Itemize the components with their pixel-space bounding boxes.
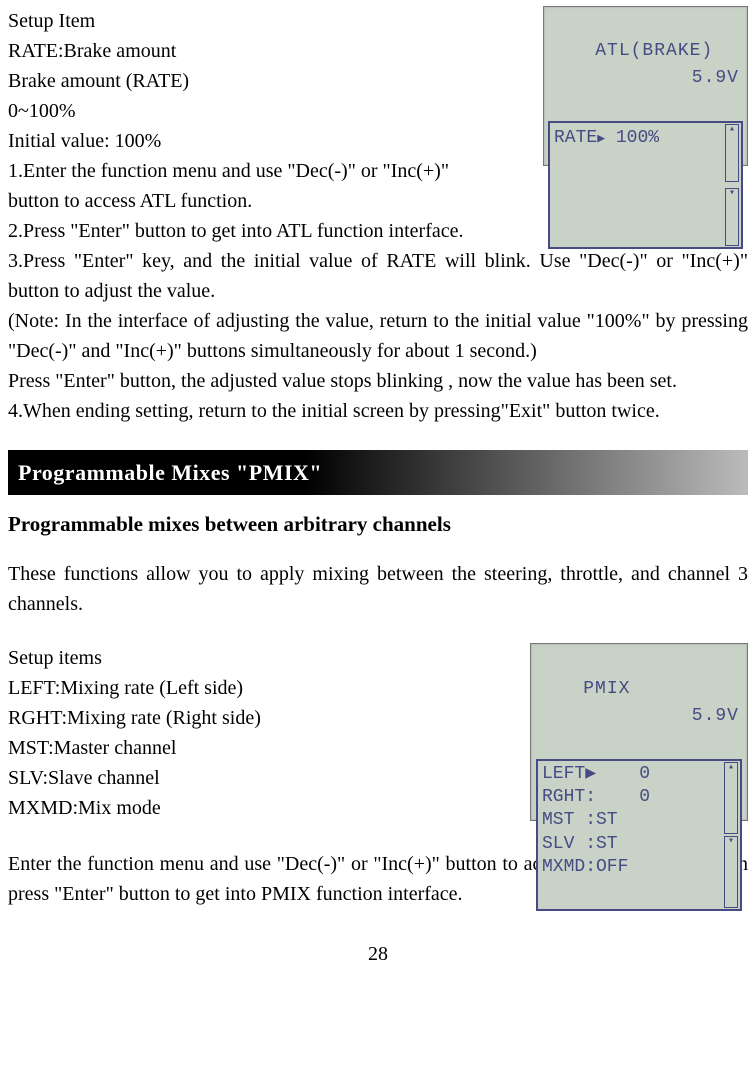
- pmix-lcd-screenshot: PMIX 5.9V LEFT▶ 0 RGHT: 0 MST :ST SLV :S…: [530, 643, 748, 821]
- step3: 3.Press "Enter" key, and the initial val…: [8, 246, 748, 306]
- lcd-down-arrow-icon: ▾: [725, 188, 739, 246]
- lcd-rate-label: RATE: [554, 128, 597, 148]
- lcd-title-right: 5.9V: [692, 703, 739, 730]
- lcd-rate-value: 100%: [616, 128, 659, 148]
- page-number: 28: [8, 939, 748, 969]
- lcd-row: MXMD:OFF: [542, 857, 628, 877]
- lcd-title-right: 5.9V: [692, 65, 739, 92]
- atl-lcd-screenshot: ATL(BRAKE) 5.9V RATE▶ 100% ▴ ▾: [543, 6, 748, 166]
- lcd-up-arrow-icon: ▴: [725, 124, 739, 182]
- step4: 4.When ending setting, return to the ini…: [8, 396, 748, 426]
- lcd-row: RGHT: 0: [542, 787, 650, 807]
- pmix-section-banner: Programmable Mixes "PMIX": [8, 450, 748, 495]
- lcd-row: SLV :ST: [542, 834, 618, 854]
- pmix-intro: These functions allow you to apply mixin…: [8, 559, 748, 619]
- lcd-title-left: PMIX: [583, 679, 630, 699]
- lcd-up-arrow-icon: ▴: [724, 762, 738, 834]
- lcd-row: LEFT▶ 0: [542, 764, 650, 784]
- lcd-row: MST :ST: [542, 810, 618, 830]
- lcd-title-left: ATL(BRAKE): [595, 41, 713, 61]
- pmix-subheading: Programmable mixes between arbitrary cha…: [8, 509, 748, 541]
- note-text: (Note: In the interface of adjusting the…: [8, 306, 748, 366]
- step3b: Press "Enter" button, the adjusted value…: [8, 366, 748, 396]
- lcd-down-arrow-icon: ▾: [724, 836, 738, 908]
